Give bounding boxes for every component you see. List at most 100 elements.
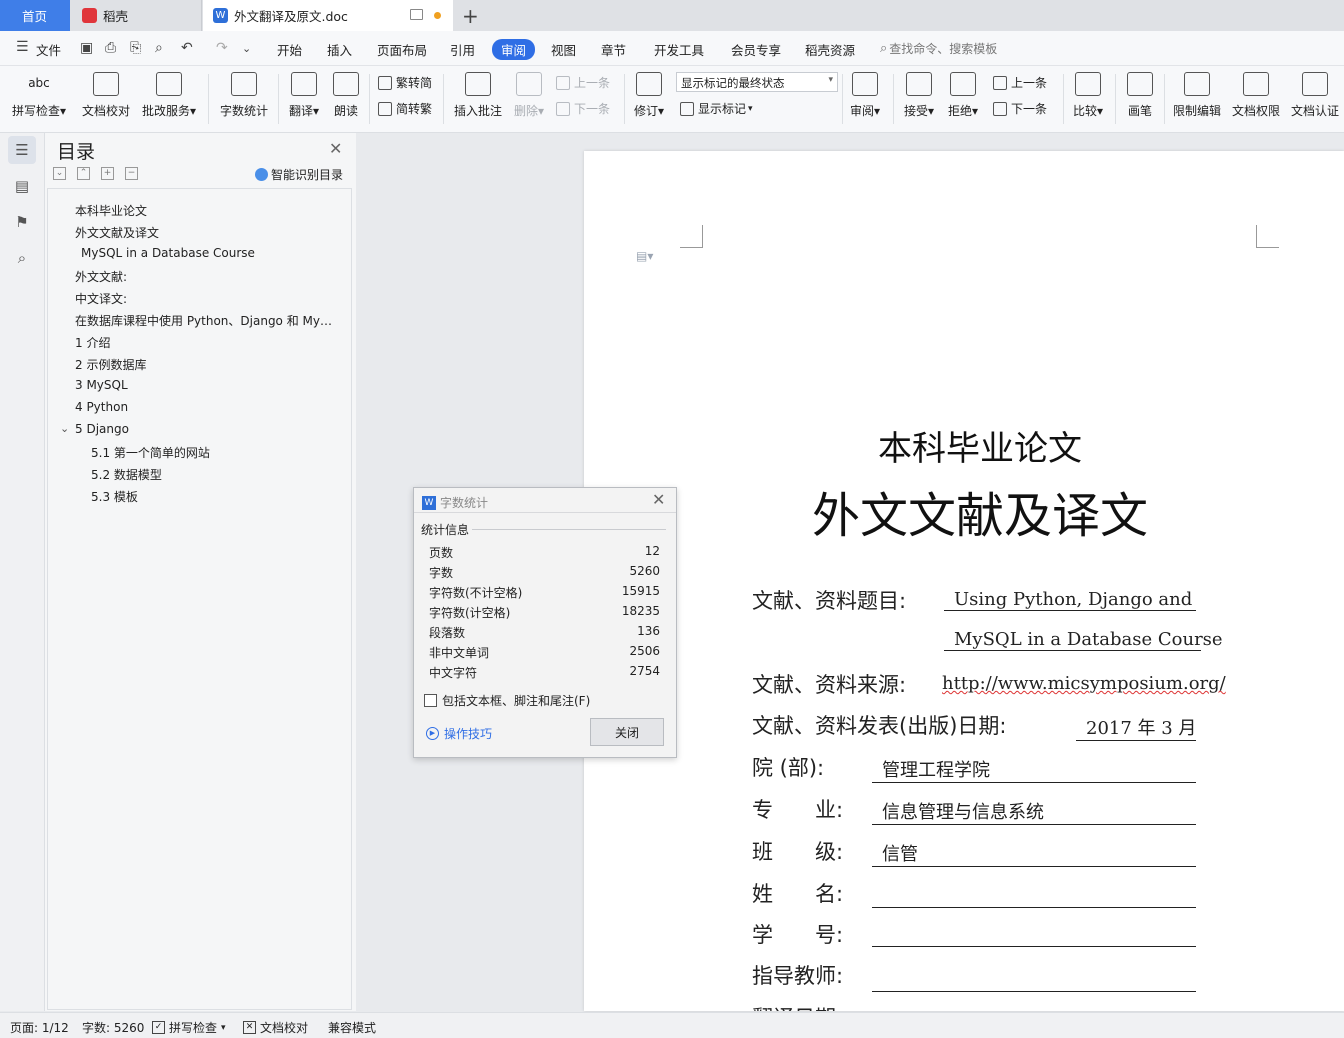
add-heading-icon[interactable]: + (101, 167, 114, 180)
page-indicator[interactable]: 页面: 1/12 (10, 1019, 69, 1036)
save-icon[interactable]: ▣ (80, 40, 93, 56)
review-pane-button[interactable]: 审阅▾ (846, 66, 884, 119)
remove-heading-icon[interactable]: − (125, 167, 138, 180)
export-pdf-icon[interactable]: ⎙ (105, 40, 116, 56)
field-value: 信息管理与信息系统 (872, 798, 1196, 825)
revise-label: 修订 (633, 104, 658, 118)
accept-button[interactable]: 接受▾ (900, 66, 938, 119)
menu-start[interactable]: 开始 (277, 40, 302, 59)
toc-item[interactable]: 外文文献及译文 (75, 224, 159, 241)
include-textbox-checkbox[interactable]: 包括文本框、脚注和尾注(F) (424, 692, 590, 709)
menu-view[interactable]: 视图 (551, 40, 576, 59)
close-button[interactable]: 关闭 (590, 718, 664, 746)
revise-button[interactable]: 修订▾ (630, 66, 668, 119)
close-icon[interactable]: ✕ (652, 490, 665, 509)
toc-item[interactable]: MySQL in a Database Course (81, 246, 255, 260)
close-icon[interactable]: ✕ (329, 139, 342, 158)
show-markup-button[interactable]: 显示标记 ▾ (680, 100, 753, 117)
toc-item[interactable]: 5 Django (75, 422, 129, 436)
restrict-edit-button[interactable]: 限制编辑 (1170, 66, 1224, 119)
field-value: 信管 (872, 840, 1196, 867)
insert-comment-button[interactable]: 插入批注 (450, 66, 506, 119)
redo-icon[interactable]: ↷ (216, 40, 228, 56)
pen-button[interactable]: 画笔 (1122, 66, 1158, 119)
tab-daoke[interactable]: 稻壳 (72, 0, 202, 31)
reject-button[interactable]: 拒绝▾ (944, 66, 982, 119)
ribbon-separator (1115, 74, 1116, 124)
prev-change-button[interactable]: 上一条 (993, 74, 1047, 91)
doc-permission-button[interactable]: 文档权限 (1229, 66, 1283, 119)
stat-value: 18235 (621, 604, 660, 618)
print-preview-icon[interactable]: ⌕ (155, 40, 163, 56)
field-value-link[interactable]: http://www.micsymposium.org/ (934, 673, 1226, 694)
toc-panel-icon[interactable]: ☰ (8, 136, 36, 164)
grading-service-button[interactable]: 批改服务▾ (138, 66, 200, 119)
tab-document[interactable]: W 外文翻译及原文.doc (203, 0, 453, 31)
checkbox-box (424, 694, 437, 707)
command-search[interactable]: ⌕ 查找命令、搜索模板 (880, 40, 997, 57)
toc-item[interactable]: 在数据库课程中使用 Python、Django 和 My… (75, 312, 332, 329)
simp-to-trad-button[interactable]: 简转繁 (378, 100, 432, 117)
menu-file[interactable]: 文件 (36, 40, 61, 59)
check-icon: ✓ (152, 1021, 165, 1034)
tab-home[interactable]: 首页 (0, 0, 70, 31)
markup-state-value: 显示标记的最终状态 (681, 76, 785, 90)
tips-link[interactable]: ▶ 操作技巧 (426, 725, 492, 742)
doc-check-button[interactable]: 文档校对 (78, 66, 134, 119)
smart-toc-button[interactable]: 智能识别目录 (255, 166, 343, 183)
menu-insert[interactable]: 插入 (327, 40, 352, 59)
spell-check-button[interactable]: abc 拼写检查▾ (8, 66, 70, 119)
toc-item[interactable]: 5.3 模板 (91, 488, 138, 505)
toc-item[interactable]: 2 示例数据库 (75, 356, 146, 373)
prev-comment-button[interactable]: 上一条 (556, 74, 610, 91)
trad-to-simp-label: 繁转简 (396, 76, 433, 90)
menu-member[interactable]: 会员专享 (731, 40, 781, 59)
stat-label: 字数 (429, 566, 454, 580)
toc-item[interactable]: 5.1 第一个简单的网站 (91, 444, 210, 461)
toc-item[interactable]: 5.2 数据模型 (91, 466, 162, 483)
bookmark-icon[interactable]: ⚑ (8, 208, 36, 236)
spell-check-status[interactable]: ✓ 拼写检查 ▾ (152, 1019, 226, 1036)
new-tab-button[interactable]: + (462, 4, 479, 28)
doc-check-status[interactable]: ✕ 文档校对 (243, 1019, 308, 1036)
word-count-icon (231, 72, 257, 96)
print-icon[interactable]: ⎘ (130, 40, 141, 56)
doc-check-label: 文档校对 (81, 104, 130, 118)
expand-all-icon[interactable]: ⌃ (77, 167, 90, 180)
menu-chapter[interactable]: 章节 (601, 40, 626, 59)
toc-item[interactable]: 4 Python (75, 400, 128, 414)
nav-pane-icon[interactable]: ▤ (8, 172, 36, 200)
menu-daoke-resources[interactable]: 稻壳资源 (805, 40, 855, 59)
translate-button[interactable]: 翻译▾ (284, 66, 324, 119)
collapse-all-icon[interactable]: ⌄ (53, 167, 66, 180)
menu-references[interactable]: 引用 (450, 40, 475, 59)
trad-to-simp-button[interactable]: 繁转简 (378, 74, 432, 91)
toc-item[interactable]: 本科毕业论文 (75, 202, 147, 219)
menu-dev-tools[interactable]: 开发工具 (654, 40, 704, 59)
toc-item[interactable]: 1 介绍 (75, 334, 110, 351)
paragraph-format-icon[interactable]: ▤▾ (636, 249, 653, 263)
toc-item[interactable]: 外文文献: (75, 268, 127, 285)
compare-button[interactable]: 比较▾ (1068, 66, 1108, 119)
toc-item[interactable]: 中文译文: (75, 290, 127, 307)
menu-page-layout[interactable]: 页面布局 (377, 40, 427, 59)
doc-auth-button[interactable]: 文档认证 (1288, 66, 1342, 119)
undo-icon[interactable]: ↶ (181, 40, 193, 56)
chevron-down-icon[interactable]: ⌄ (60, 422, 69, 435)
word-count-button[interactable]: 字数统计 (215, 66, 273, 119)
document-page[interactable]: ▤▾ 本科毕业论文 外文文献及译文 文献、资料题目: Using Python,… (584, 151, 1344, 1011)
find-icon[interactable]: ⌕ (8, 244, 36, 272)
next-comment-button[interactable]: 下一条 (556, 100, 610, 117)
delete-comment-button[interactable]: 删除▾ (510, 66, 548, 119)
toc-item[interactable]: 3 MySQL (75, 378, 128, 392)
hamburger-icon[interactable]: ☰ (16, 39, 29, 55)
next-change-button[interactable]: 下一条 (993, 100, 1047, 117)
stat-label: 段落数 (429, 626, 466, 640)
menu-review[interactable]: 审阅 (492, 39, 536, 60)
restore-window-icon[interactable] (410, 9, 423, 20)
crop-mark (680, 225, 703, 248)
customize-chevron-icon[interactable]: ⌄ (242, 42, 251, 55)
markup-state-select[interactable]: 显示标记的最终状态 ▾ (676, 72, 838, 92)
read-aloud-button[interactable]: 朗读 (328, 66, 364, 119)
word-count-indicator[interactable]: 字数: 5260 (82, 1019, 144, 1036)
